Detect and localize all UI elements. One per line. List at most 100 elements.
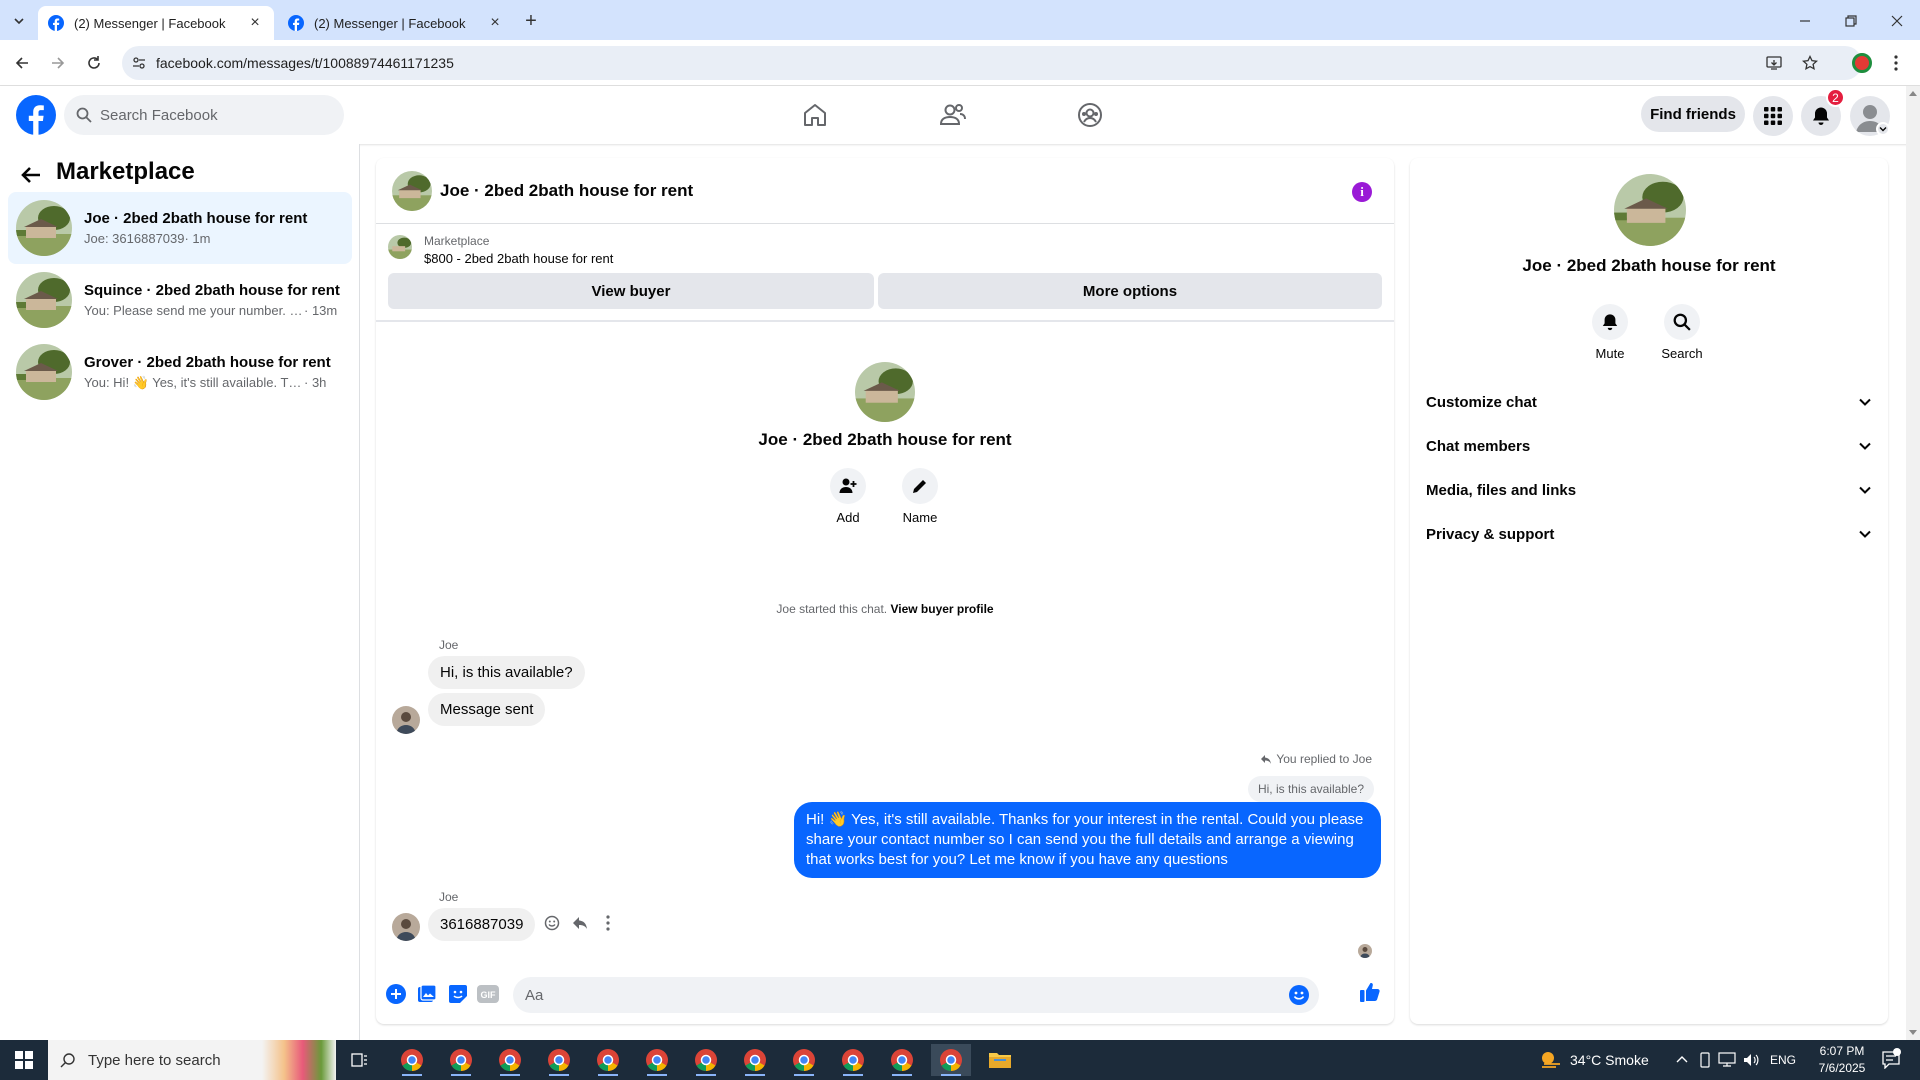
react-button[interactable] — [540, 911, 564, 935]
device-icon[interactable] — [1698, 1052, 1712, 1068]
details-avatar[interactable] — [1614, 174, 1686, 246]
reload-button[interactable] — [82, 51, 106, 75]
incoming-message[interactable]: Hi, is this available? — [428, 656, 585, 689]
minimize-button[interactable] — [1794, 10, 1816, 32]
address-bar[interactable]: facebook.com/messages/t/1008897446117123… — [122, 46, 1862, 80]
taskbar-chrome-app[interactable] — [392, 1044, 432, 1076]
new-tab-button[interactable]: + — [520, 10, 542, 32]
taskbar-file-explorer[interactable] — [980, 1044, 1020, 1076]
view-buyer-button[interactable]: View buyer — [388, 273, 874, 309]
attach-photo-button[interactable] — [415, 982, 439, 1006]
clock-date[interactable]: 7/6/2025 — [1812, 1061, 1872, 1075]
listing-thumbnail — [16, 272, 72, 328]
emoji-icon[interactable] — [1289, 985, 1309, 1005]
close-window-button[interactable] — [1886, 10, 1908, 32]
tab-close-icon[interactable]: × — [486, 14, 504, 32]
taskbar-chrome-app[interactable] — [784, 1044, 824, 1076]
clock-time[interactable]: 6:07 PM — [1812, 1044, 1872, 1058]
menu-button[interactable] — [1753, 96, 1793, 136]
quoted-message[interactable]: Hi, is this available? — [1247, 776, 1374, 802]
taskbar-chrome-app[interactable] — [882, 1044, 922, 1076]
listing-title[interactable]: $800 - 2bed 2bath house for rent — [424, 251, 613, 266]
taskbar-chrome-app[interactable] — [637, 1044, 677, 1076]
chat-title[interactable]: Joe · 2bed 2bath house for rent — [440, 181, 693, 201]
find-friends-button[interactable]: Find friends — [1641, 96, 1745, 132]
notification-count-badge — [1893, 1048, 1901, 1056]
add-people-button[interactable]: Add — [818, 468, 878, 525]
browser-menu-button[interactable] — [1886, 52, 1906, 74]
search-in-chat-button[interactable]: Search — [1652, 304, 1712, 361]
back-button[interactable] — [10, 51, 34, 75]
tab-title: (2) Messenger | Facebook — [314, 15, 466, 31]
nav-friends[interactable] — [933, 95, 973, 135]
reply-button[interactable] — [568, 911, 592, 935]
customize-chat-section[interactable]: Customize chat — [1426, 380, 1872, 424]
network-icon[interactable] — [1718, 1052, 1736, 1068]
bookmark-star-icon[interactable] — [1802, 55, 1818, 71]
conversation-item[interactable]: Grover · 2bed 2bath house for rent You: … — [8, 336, 352, 408]
info-icon[interactable]: i — [1352, 182, 1372, 202]
conversation-item[interactable]: Joe · 2bed 2bath house for rent Joe: 361… — [8, 192, 352, 264]
edit-name-button[interactable]: Name — [890, 468, 950, 525]
facebook-logo-icon[interactable] — [16, 95, 56, 135]
incoming-message[interactable]: 3616887039 — [428, 908, 536, 941]
like-button[interactable] — [1358, 980, 1382, 1004]
taskbar-chrome-app[interactable] — [588, 1044, 628, 1076]
more-options-button[interactable]: More options — [878, 273, 1382, 309]
sender-avatar[interactable] — [392, 706, 420, 734]
sender-avatar[interactable] — [392, 913, 420, 941]
message-input-box[interactable] — [513, 977, 1319, 1013]
nav-groups[interactable] — [1070, 95, 1110, 135]
volume-icon[interactable] — [1742, 1052, 1760, 1068]
sticker-button[interactable] — [446, 982, 470, 1006]
language-indicator[interactable]: ENG — [1770, 1053, 1796, 1067]
facebook-header: Find friends 2 — [0, 86, 1920, 144]
media-files-links-section[interactable]: Media, files and links — [1426, 468, 1872, 512]
scroll-down-icon[interactable] — [1909, 1030, 1917, 1036]
taskbar-chrome-app[interactable] — [833, 1044, 873, 1076]
view-buyer-profile-link[interactable]: View buyer profile — [890, 602, 993, 616]
forward-button[interactable] — [46, 51, 70, 75]
nav-home[interactable] — [795, 95, 835, 135]
chat-avatar[interactable] — [392, 170, 432, 211]
account-chevron[interactable] — [1876, 122, 1890, 136]
privacy-support-section[interactable]: Privacy & support — [1426, 512, 1872, 556]
chat-members-section[interactable]: Chat members — [1426, 424, 1872, 468]
more-actions-button[interactable] — [384, 982, 408, 1006]
restore-button[interactable] — [1840, 10, 1862, 32]
browser-tab[interactable]: (2) Messenger | Facebook × — [278, 6, 514, 40]
scroll-up-icon[interactable] — [1909, 90, 1917, 96]
back-arrow-icon[interactable] — [20, 164, 42, 186]
outgoing-message[interactable]: Hi! 👋 Yes, it's still available. Thanks … — [794, 802, 1381, 878]
taskbar-chrome-app[interactable] — [441, 1044, 481, 1076]
install-app-icon[interactable] — [1766, 55, 1782, 71]
browser-tab[interactable]: (2) Messenger | Facebook × — [38, 6, 274, 40]
chrome-icon — [548, 1049, 570, 1071]
taskbar-chrome-app-active[interactable] — [931, 1044, 971, 1076]
profile-avatar[interactable] — [1852, 53, 1872, 73]
chevron-down-icon — [1859, 530, 1871, 538]
search-box[interactable] — [64, 95, 344, 135]
conversation-preview: You: Please send me your number. I ... — [84, 303, 304, 318]
message-more-button[interactable] — [596, 911, 620, 935]
taskbar-chrome-app[interactable] — [686, 1044, 726, 1076]
weather-icon[interactable] — [1540, 1050, 1562, 1070]
task-view-button[interactable] — [340, 1044, 380, 1076]
incoming-message[interactable]: Message sent — [428, 693, 546, 726]
weather-text[interactable]: 34°C Smoke — [1570, 1052, 1649, 1068]
gif-button[interactable]: GIF — [476, 982, 500, 1006]
page-scrollbar[interactable] — [1906, 86, 1920, 1040]
start-button[interactable] — [0, 1040, 48, 1080]
arrow-left-icon — [15, 57, 28, 69]
show-hidden-icons-icon[interactable] — [1676, 1054, 1688, 1064]
taskbar-chrome-app[interactable] — [735, 1044, 775, 1076]
search-input[interactable] — [100, 106, 320, 124]
mute-button[interactable]: Mute — [1580, 304, 1640, 361]
taskbar-search[interactable]: Type here to search — [48, 1040, 336, 1080]
tab-search-button[interactable] — [8, 10, 30, 32]
taskbar-chrome-app[interactable] — [539, 1044, 579, 1076]
tab-close-icon[interactable]: × — [246, 14, 264, 32]
conversation-item[interactable]: Squince · 2bed 2bath house for rent You:… — [8, 264, 352, 336]
taskbar-chrome-app[interactable] — [490, 1044, 530, 1076]
message-input[interactable] — [525, 986, 1265, 1004]
